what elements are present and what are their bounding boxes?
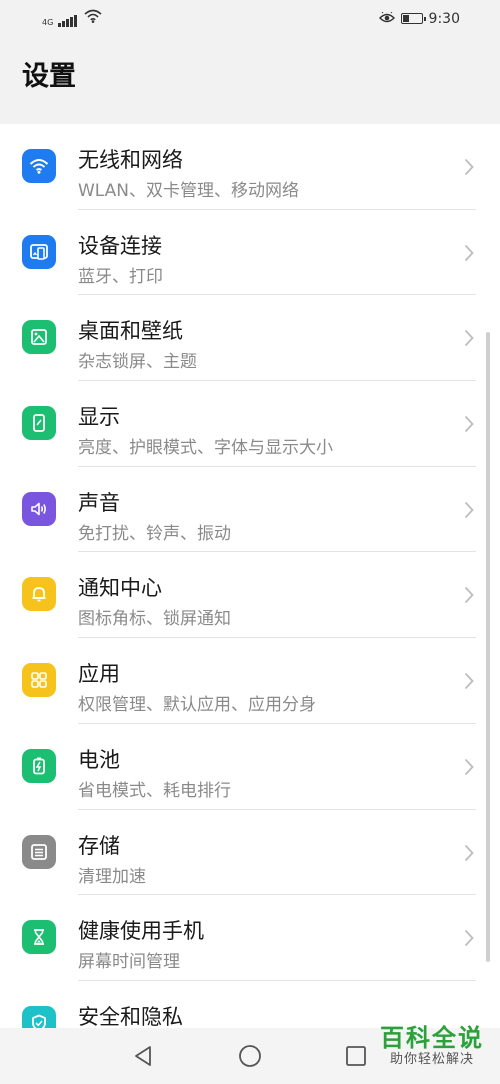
settings-item-wireless-network[interactable]: 无线和网络 WLAN、双卡管理、移动网络 xyxy=(0,124,500,210)
bell-icon xyxy=(22,577,56,612)
settings-item-label: 健康使用手机 xyxy=(78,919,204,944)
settings-item-storage[interactable]: 存储 清理加速 xyxy=(0,810,500,896)
home-icon[interactable] xyxy=(237,1043,263,1069)
chevron-right-icon xyxy=(464,929,474,951)
storage-icon xyxy=(22,834,56,869)
settings-item-label: 安全和隐私 xyxy=(78,1004,183,1028)
status-right: 9:30 xyxy=(378,9,460,28)
settings-item-label: 设备连接 xyxy=(78,233,162,258)
chevron-right-icon xyxy=(464,672,474,694)
chevron-right-icon xyxy=(464,501,474,523)
status-time: 9:30 xyxy=(428,10,460,27)
battery-icon xyxy=(22,748,56,783)
settings-item-subtitle: 杂志锁屏、主题 xyxy=(78,352,197,373)
settings-item-apps[interactable]: 应用 权限管理、默认应用、应用分身 xyxy=(0,638,500,724)
chevron-right-icon xyxy=(464,758,474,780)
chevron-right-icon xyxy=(464,244,474,266)
device-connect-icon xyxy=(22,234,56,269)
settings-item-display[interactable]: 显示 亮度、护眼模式、字体与显示大小 xyxy=(0,381,500,467)
settings-item-subtitle: 清理加速 xyxy=(78,866,146,887)
settings-item-label: 无线和网络 xyxy=(78,148,183,172)
settings-item-subtitle: WLAN、双卡管理、移动网络 xyxy=(78,181,300,201)
settings-item-subtitle: 图标角标、锁屏通知 xyxy=(78,609,231,630)
watermark-title: 百科全说 xyxy=(380,1024,484,1052)
settings-item-digital-balance[interactable]: 健康使用手机 屏幕时间管理 xyxy=(0,895,500,981)
chevron-right-icon xyxy=(464,586,474,608)
scrollbar[interactable] xyxy=(486,332,490,962)
display-icon xyxy=(22,406,56,441)
settings-item-label: 电池 xyxy=(78,747,120,772)
wifi-icon xyxy=(84,8,102,27)
settings-item-label: 声音 xyxy=(78,490,120,515)
wifi-icon xyxy=(22,149,56,183)
page-title: 设置 xyxy=(22,61,76,92)
settings-item-security-privacy[interactable]: 安全和隐私 xyxy=(0,981,500,1028)
settings-item-subtitle: 蓝牙、打印 xyxy=(78,266,163,287)
settings-item-notification-center[interactable]: 通知中心 图标角标、锁屏通知 xyxy=(0,552,500,639)
settings-item-device-connection[interactable]: 设备连接 蓝牙、打印 xyxy=(0,210,500,296)
hourglass-icon xyxy=(22,920,56,955)
chevron-right-icon xyxy=(464,415,474,437)
signal-icon xyxy=(58,15,77,27)
settings-item-subtitle: 免打扰、铃声、振动 xyxy=(78,523,231,544)
settings-item-subtitle: 亮度、护眼模式、字体与显示大小 xyxy=(78,438,333,459)
settings-item-battery[interactable]: 电池 省电模式、耗电排行 xyxy=(0,724,500,810)
sound-icon xyxy=(22,491,56,526)
watermark-logo: 百科全说 助你轻松解决 xyxy=(380,1024,484,1068)
settings-item-label: 应用 xyxy=(78,662,120,687)
settings-item-subtitle: 省电模式、耗电排行 xyxy=(78,780,231,801)
recents-icon[interactable] xyxy=(343,1043,369,1069)
watermark-subtitle: 助你轻松解决 xyxy=(389,1052,474,1067)
settings-item-label: 存储 xyxy=(78,833,120,858)
chevron-right-icon xyxy=(464,158,474,180)
status-bar: 4G 9:30 xyxy=(0,0,500,38)
chevron-right-icon xyxy=(464,844,474,866)
settings-item-subtitle: 屏幕时间管理 xyxy=(78,952,180,973)
shield-icon xyxy=(22,1005,56,1028)
chevron-right-icon xyxy=(464,329,474,351)
eye-comfort-icon xyxy=(378,9,395,28)
network-type-label: 4G xyxy=(42,18,54,27)
settings-item-sound[interactable]: 声音 免打扰、铃声、振动 xyxy=(0,467,500,553)
settings-item-desktop-wallpaper[interactable]: 桌面和壁纸 杂志锁屏、主题 xyxy=(0,295,500,382)
settings-header: 设置 xyxy=(0,38,500,106)
settings-item-label: 通知中心 xyxy=(78,576,162,601)
battery-icon xyxy=(400,13,426,24)
settings-list: 无线和网络 WLAN、双卡管理、移动网络 设备连接 蓝牙、打印 桌面和壁纸 杂志… xyxy=(0,124,500,1028)
settings-item-label: 桌面和壁纸 xyxy=(78,319,183,344)
wallpaper-icon xyxy=(22,320,56,355)
settings-item-label: 显示 xyxy=(78,405,120,430)
apps-icon xyxy=(22,663,56,698)
status-left: 4G xyxy=(42,8,102,27)
back-icon[interactable] xyxy=(130,1043,156,1069)
settings-item-subtitle: 权限管理、默认应用、应用分身 xyxy=(78,695,316,716)
